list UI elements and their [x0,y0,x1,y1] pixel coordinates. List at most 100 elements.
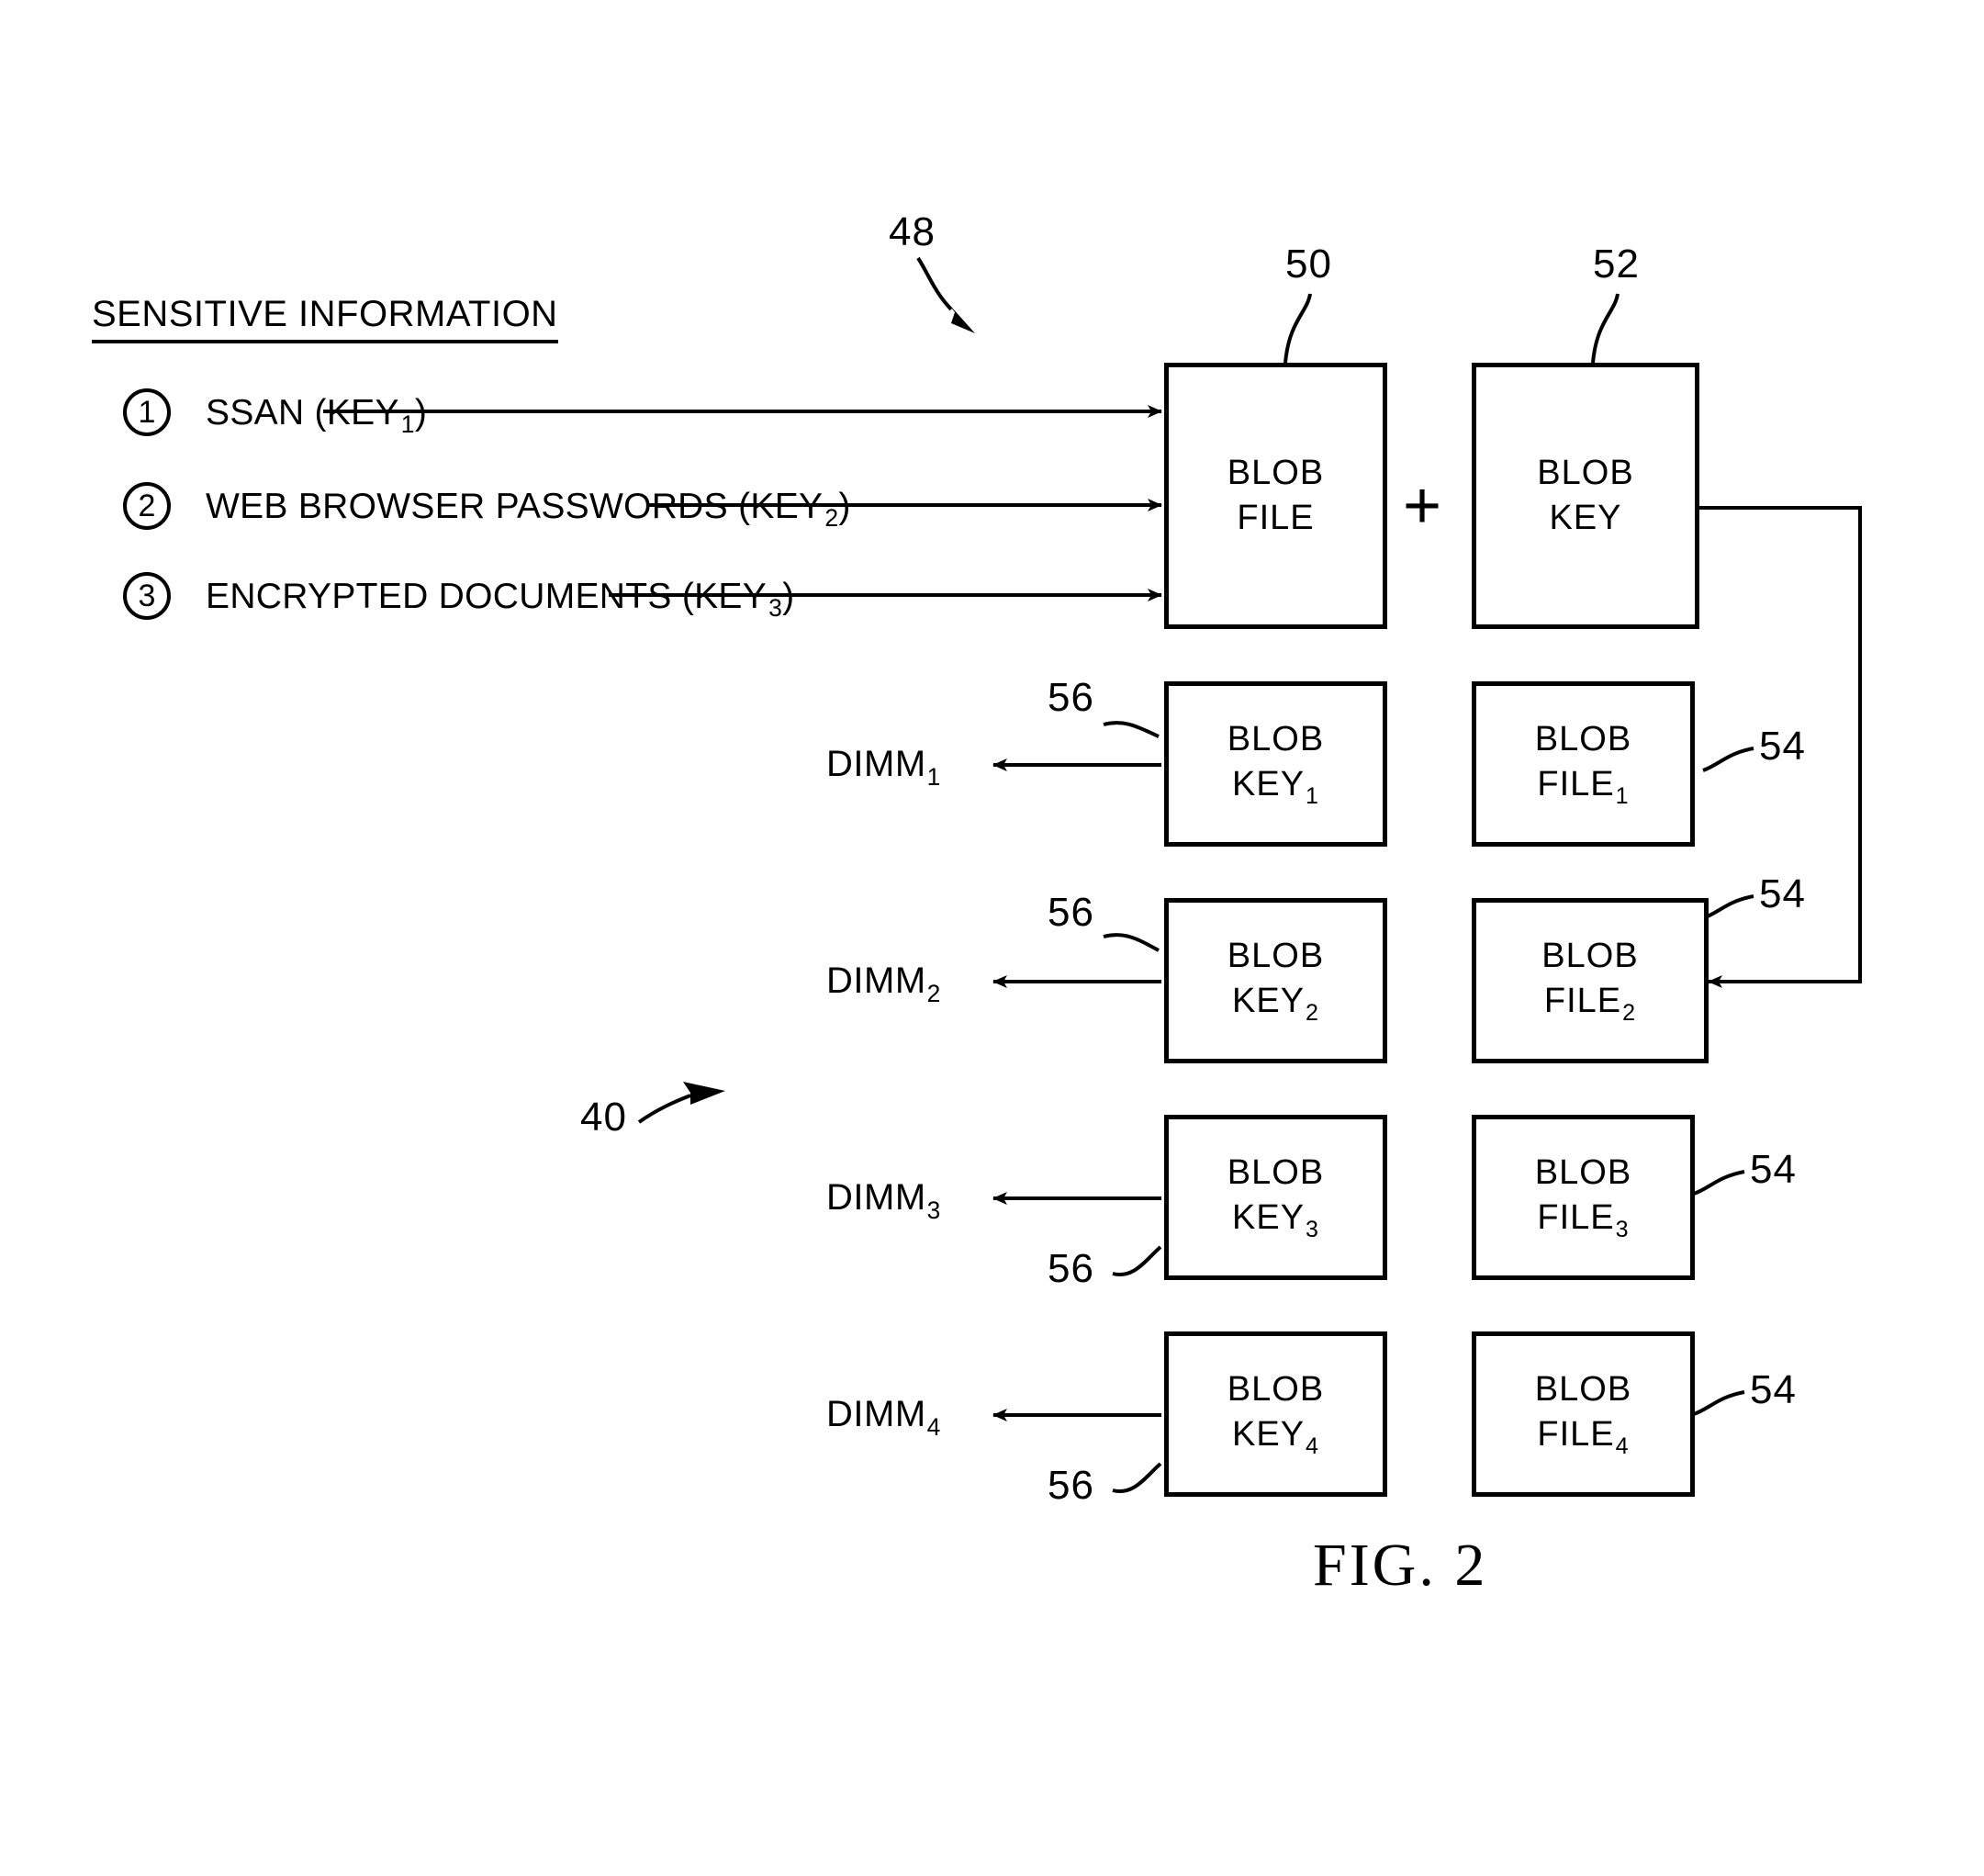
blob-key-4-line2: KEY4 [1232,1412,1319,1462]
flow-ref-48-arrowhead [944,298,975,333]
blob-key-4-subscript: 4 [1306,1433,1319,1460]
blob-file-1-line1: BLOB [1534,719,1632,758]
blob-key-3-word: KEY [1232,1197,1306,1237]
flow-ref-48-leader [916,256,953,311]
reference-numeral-50: 50 [1285,242,1332,286]
row-2-connectors [992,933,1161,988]
blob-file-line2: FILE [1237,499,1315,537]
blob-key-3-box[interactable]: BLOB KEY3 [1164,1115,1387,1280]
ref-52-leader [1591,293,1620,364]
figure-caption: FIG. 2 [1313,1532,1488,1599]
list-item-2-subscript: 2 [824,504,839,533]
list-item-3-subscript: 3 [768,594,783,623]
blob-file-2-line2: FILE2 [1544,979,1636,1028]
blob-key-2-subscript: 2 [1306,1000,1319,1027]
blob-file-3-word: FILE [1537,1197,1615,1237]
dimm-output-label-2: DIMM2 [826,962,941,1005]
list-item-1-text: SSAN (KEY [206,393,399,432]
dimm-2-subscript: 2 [926,980,941,1008]
blob-key-1-subscript: 1 [1306,783,1319,810]
list-item-number-3: 3 [123,572,171,620]
reference-numeral-54-row3: 54 [1750,1147,1797,1192]
blob-file-2-word: FILE [1543,981,1622,1020]
blob-file-line1: BLOB [1227,454,1325,493]
dimm-output-label-3: DIMM3 [826,1179,941,1222]
blob-file-1-word: FILE [1537,764,1615,803]
blob-file-1-box[interactable]: BLOB FILE1 [1472,681,1695,847]
list-item-1-subscript: 1 [400,410,415,439]
sensitive-information-heading: SENSITIVE INFORMATION [92,296,558,343]
blob-file-3-box[interactable]: BLOB FILE3 [1472,1115,1695,1280]
blob-key-line1: BLOB [1537,454,1634,493]
list-item-3-text: ENCRYPTED DOCUMENTS (KEY [206,577,768,616]
dimm-3-subscript: 3 [926,1196,941,1225]
list-item-number-1: 1 [123,388,171,436]
blob-file-4-line2: FILE4 [1537,1412,1629,1462]
blob-key-3-subscript: 3 [1306,1217,1319,1243]
blob-key-2-box[interactable]: BLOB KEY2 [1164,898,1387,1063]
blob-key-box[interactable]: BLOB KEY [1472,363,1699,629]
dimm-1-text: DIMM [826,744,926,784]
dimm-2-text: DIMM [826,960,926,1001]
system-ref-40-arrowhead [683,1082,725,1105]
blob-key-3-line1: BLOB [1227,1152,1325,1192]
list-item-number-2: 2 [123,482,171,530]
blob-key-1-word: KEY [1232,764,1306,803]
row-1-connectors [992,721,1161,771]
dimm-1-subscript: 1 [926,763,941,792]
blob-key-1-box[interactable]: BLOB KEY1 [1164,681,1387,847]
dimm-4-subscript: 4 [926,1413,941,1442]
reference-numeral-56-row1: 56 [1048,675,1094,720]
reference-numeral-54-row1: 54 [1759,724,1806,769]
ref-54-row4-leader [1693,1390,1745,1416]
blob-file-4-word: FILE [1537,1414,1615,1454]
blob-file-2-box[interactable]: BLOB FILE2 [1472,898,1709,1063]
blob-file-3-line2: FILE3 [1537,1196,1629,1245]
reference-numeral-56-row3: 56 [1048,1246,1094,1291]
dimm-3-text: DIMM [826,1177,926,1218]
blob-file-4-line1: BLOB [1534,1369,1632,1409]
blob-key-3-line2: KEY3 [1232,1196,1319,1245]
list-item-label-1: SSAN (KEY1) [206,395,427,437]
blob-file-1-line2: FILE1 [1537,762,1629,812]
blob-key-2-word: KEY [1232,981,1306,1020]
list-item-3-tail: ) [782,577,795,616]
ref-54-row1-leader [1702,747,1754,772]
blob-key-line2: KEY [1549,499,1622,537]
blob-file-4-box[interactable]: BLOB FILE4 [1472,1331,1695,1497]
plus-operator-icon: + [1403,469,1442,543]
patent-figure-2: SENSITIVE INFORMATION 1 SSAN (KEY1) 2 WE… [0,0,1984,1876]
list-item-label-3: ENCRYPTED DOCUMENTS (KEY3) [206,579,794,621]
system-ref-40-leader [637,1094,691,1124]
blob-file-4-subscript: 4 [1615,1433,1630,1460]
blob-file-1-subscript: 1 [1615,783,1630,810]
blob-file-box[interactable]: BLOB FILE [1164,363,1387,629]
blob-file-2-subscript: 2 [1622,1000,1637,1027]
list-item-2-text: WEB BROWSER PASSWORDS (KEY [206,487,824,526]
reference-numeral-54-row2: 54 [1759,871,1806,916]
blob-key-2-line1: BLOB [1227,936,1325,975]
ref-54-row3-leader [1693,1170,1745,1196]
blob-key-2-line2: KEY2 [1232,979,1319,1028]
reference-numeral-48: 48 [889,209,936,254]
ref-50-leader [1283,293,1312,364]
reference-numeral-56-row4: 56 [1048,1463,1094,1508]
dimm-output-label-1: DIMM1 [826,746,941,789]
blob-file-2-line1: BLOB [1541,936,1639,975]
dimm-output-label-4: DIMM4 [826,1396,941,1439]
list-item-1-tail: ) [414,393,428,432]
reference-numeral-56-row2: 56 [1048,890,1094,935]
list-item-2-tail: ) [838,487,851,526]
reference-numeral-52: 52 [1593,242,1640,286]
reference-numeral-40: 40 [580,1095,627,1140]
dimm-4-text: DIMM [826,1394,926,1434]
list-item-label-2: WEB BROWSER PASSWORDS (KEY2) [206,489,851,531]
blob-key-1-line1: BLOB [1227,719,1325,758]
blob-key-4-box[interactable]: BLOB KEY4 [1164,1331,1387,1497]
reference-numeral-54-row4: 54 [1750,1367,1797,1412]
blob-key-4-word: KEY [1232,1414,1306,1454]
blob-file-3-line1: BLOB [1534,1152,1632,1192]
blob-file-3-subscript: 3 [1615,1217,1630,1243]
blob-key-1-line2: KEY1 [1232,762,1319,812]
ref-54-row2-leader [1702,894,1754,920]
